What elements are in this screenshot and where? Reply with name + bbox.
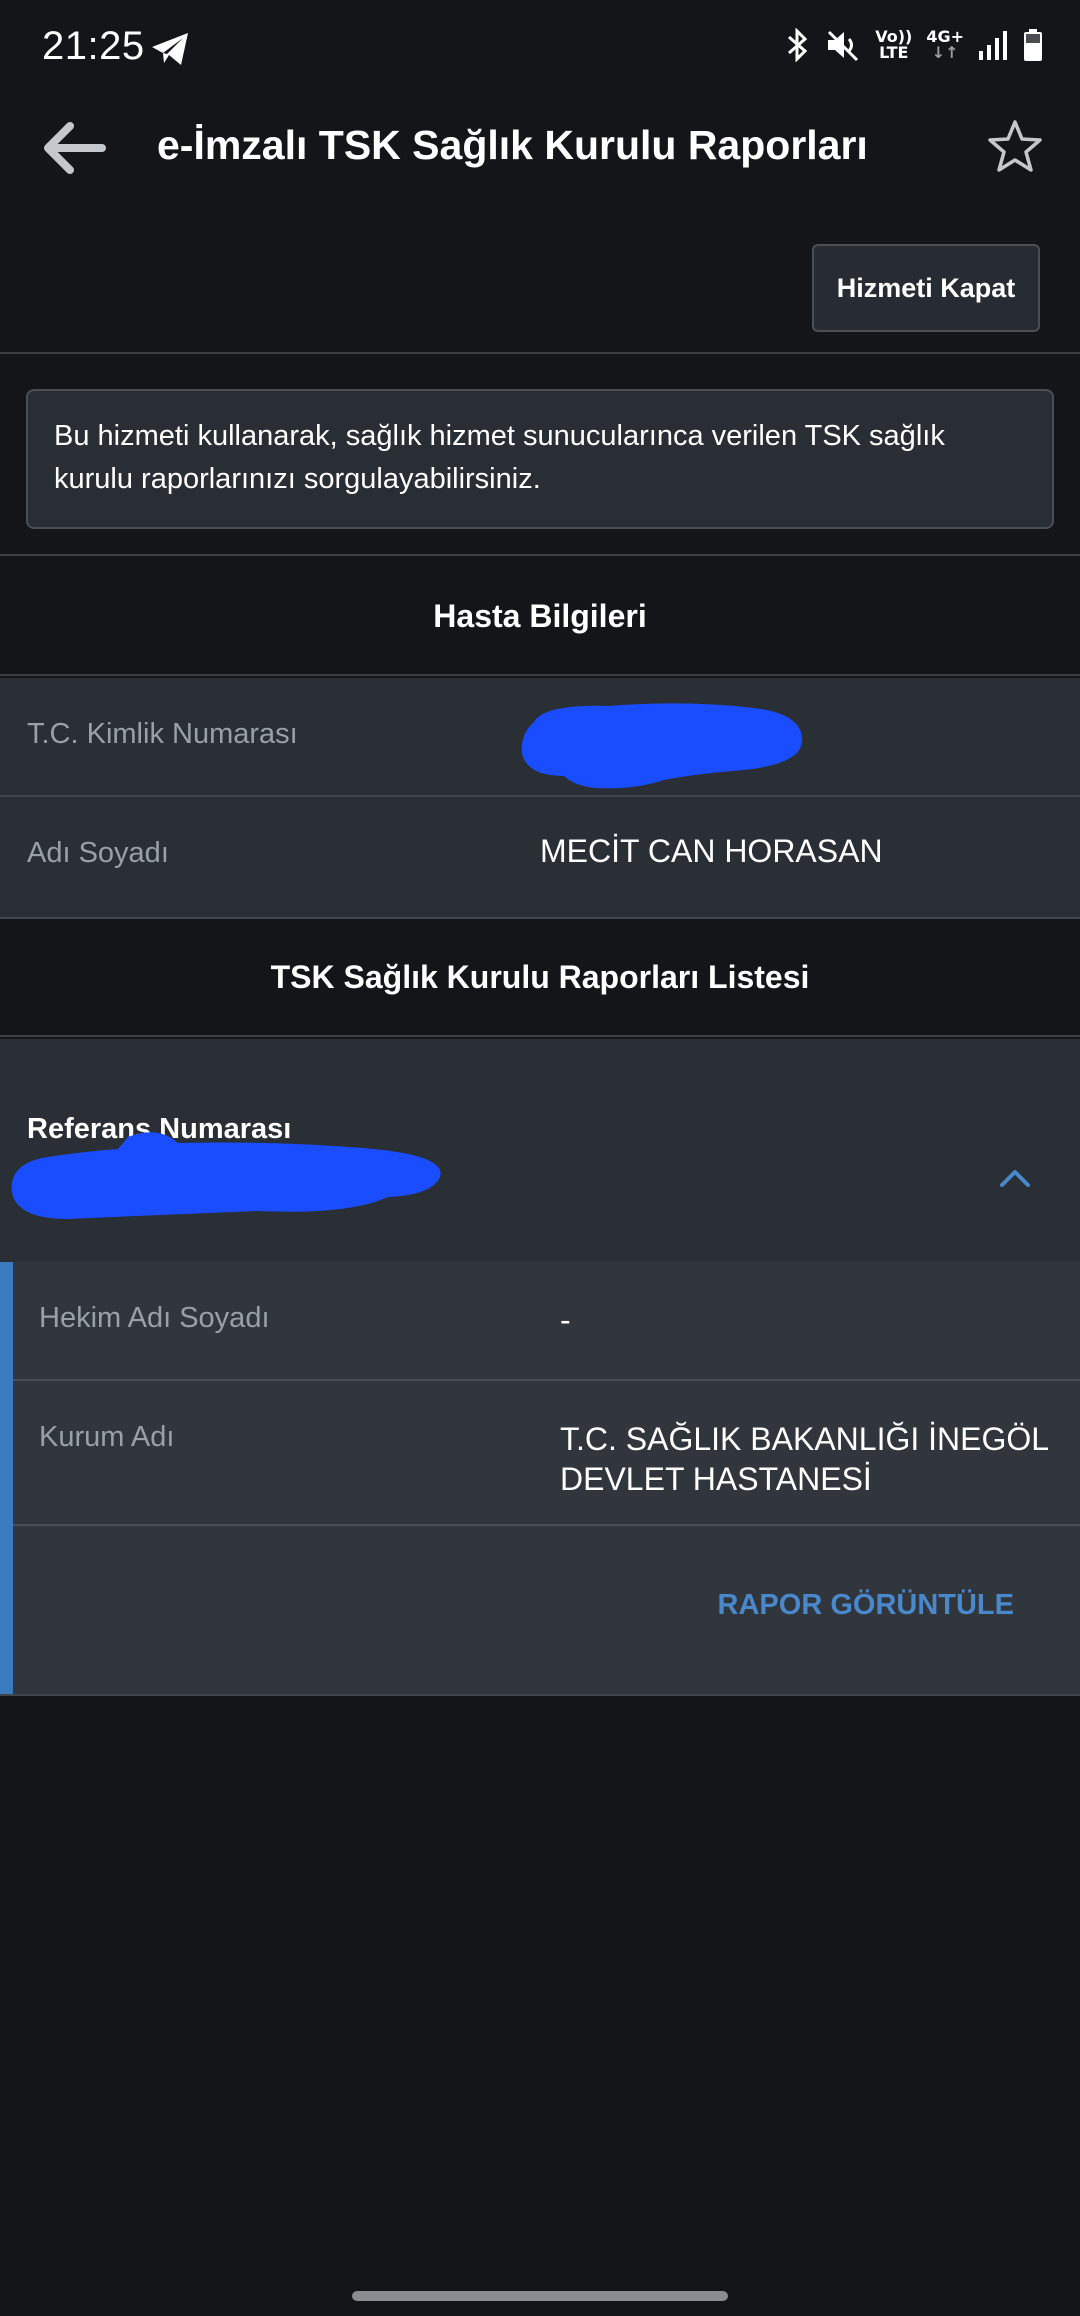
close-service-button[interactable]: Hizmeti Kapat xyxy=(812,244,1040,332)
battery-icon xyxy=(1024,29,1042,61)
accent-bar xyxy=(0,1262,13,1694)
institution-value: T.C. SAĞLIK BAKANLIĞI İNEGÖL DEVLET HAST… xyxy=(560,1421,1048,1497)
view-report-button[interactable]: RAPOR GÖRÜNTÜLE xyxy=(718,1589,1014,1622)
doctor-value: - xyxy=(560,1302,571,1338)
info-section: Bu hizmeti kullanarak, sağlık hizmet sun… xyxy=(0,356,1080,556)
service-info-text: Bu hizmeti kullanarak, sağlık hizmet sun… xyxy=(26,389,1054,529)
patient-name-row: Adı Soyadı MECİT CAN HORASAN xyxy=(0,797,1080,919)
network-type-indicator: 4G+ ↓↑ xyxy=(926,29,964,61)
volte-indicator: Vo)) LTE xyxy=(875,29,912,61)
patient-id-row: T.C. Kimlik Numarası xyxy=(0,678,1080,797)
action-row: Hizmeti Kapat xyxy=(0,200,1080,354)
institution-label: Kurum Adı xyxy=(39,1421,175,1453)
report-details: Hekim Adı Soyadı - Kurum Adı T.C. SAĞLIK… xyxy=(0,1262,1080,1696)
patient-info-header: Hasta Bilgileri xyxy=(0,558,1080,676)
volte-bottom: LTE xyxy=(879,43,909,62)
status-bar: 21:25 Vo)) LTE 4G+ ↓↑ xyxy=(0,0,1080,96)
institution-row: Kurum Adı T.C. SAĞLIK BAKANLIĞI İNEGÖL D… xyxy=(13,1381,1080,1526)
signal-icon xyxy=(979,31,1007,60)
status-icons: Vo)) LTE 4G+ ↓↑ xyxy=(785,28,1044,62)
mute-icon xyxy=(828,30,859,62)
doctor-label: Hekim Adı Soyadı xyxy=(39,1302,270,1334)
home-indicator[interactable] xyxy=(352,2291,728,2301)
redaction-mark xyxy=(11,1132,441,1219)
patient-name-label: Adı Soyadı xyxy=(27,837,169,869)
patient-name-value: MECİT CAN HORASAN xyxy=(540,833,883,869)
patient-id-label: T.C. Kimlik Numarası xyxy=(27,718,298,750)
redaction-mark xyxy=(521,703,803,789)
doctor-row: Hekim Adı Soyadı - xyxy=(13,1262,1080,1381)
reports-list-header: TSK Sağlık Kurulu Raporları Listesi xyxy=(0,919,1080,1037)
app-bar: e-İmzalı TSK Sağlık Kurulu Raporları xyxy=(0,96,1080,200)
status-time: 21:25 xyxy=(42,24,145,68)
telegram-icon xyxy=(152,33,188,65)
bluetooth-icon xyxy=(788,28,808,62)
star-icon[interactable] xyxy=(986,118,1044,176)
report-accordion-header[interactable]: Referans Numarası xyxy=(0,1039,1080,1262)
page-title: e-İmzalı TSK Sağlık Kurulu Raporları xyxy=(157,122,868,168)
back-arrow-icon[interactable] xyxy=(40,118,106,178)
data-activity-icon: ↓↑ xyxy=(931,43,959,62)
chevron-up-icon[interactable] xyxy=(998,1167,1032,1189)
